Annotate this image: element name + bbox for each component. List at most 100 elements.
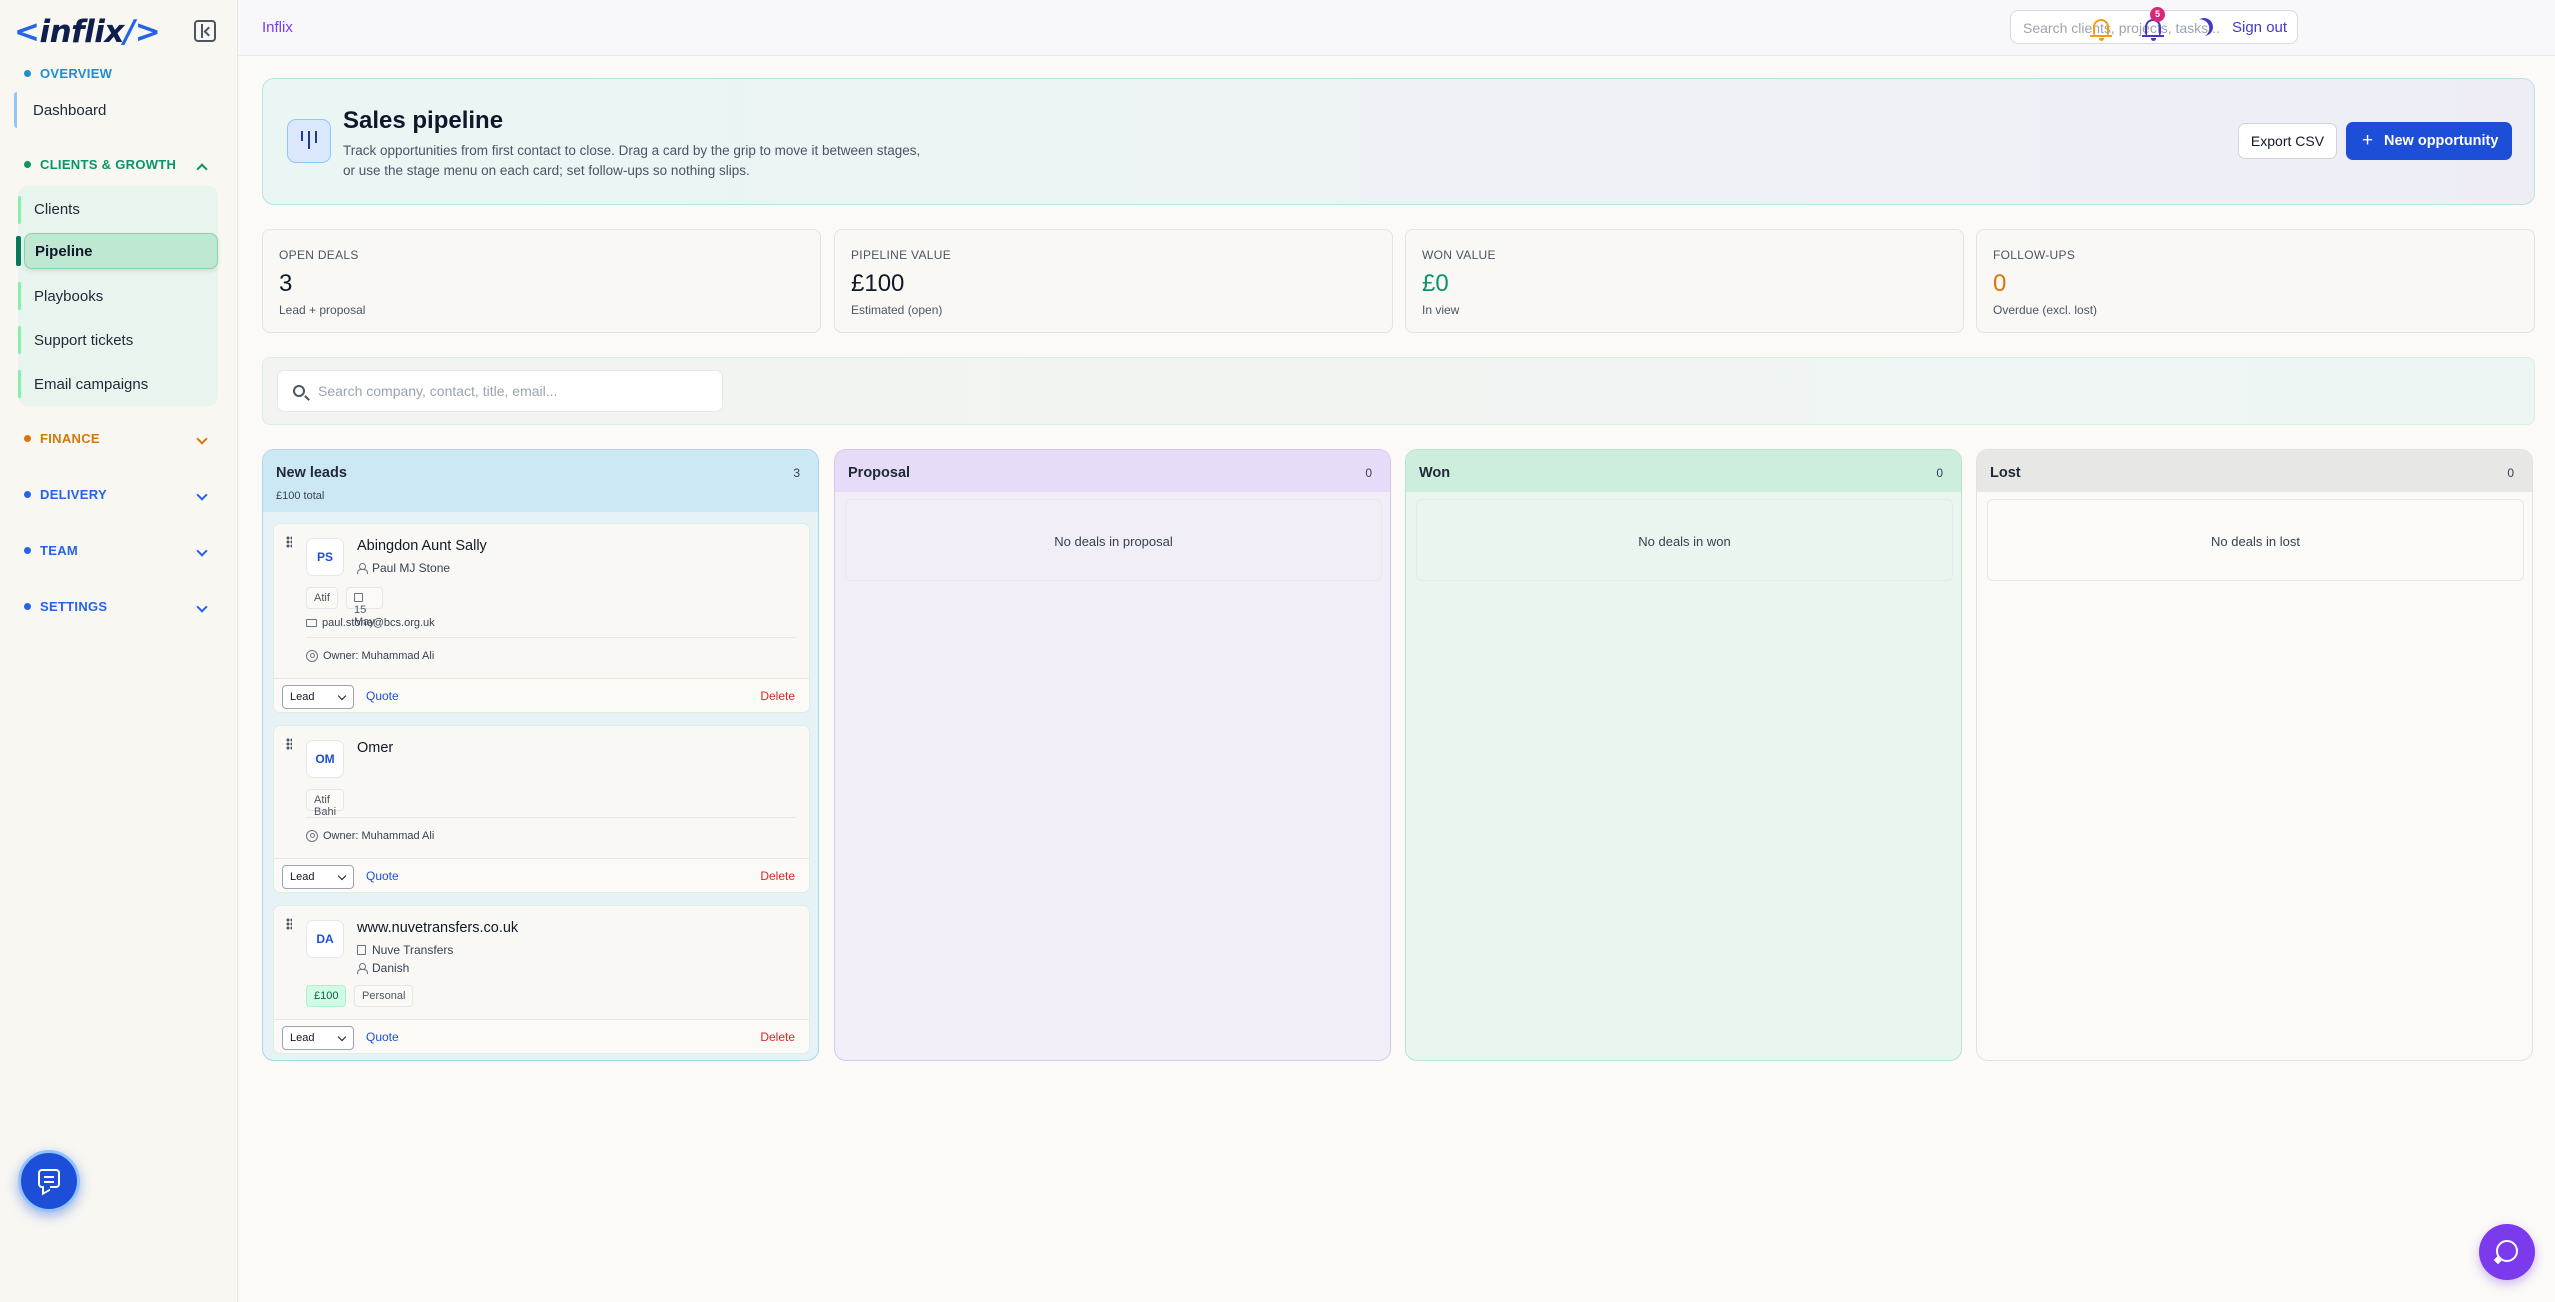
stat-sub: Estimated (open): [851, 303, 943, 317]
drag-grip-icon[interactable]: [286, 738, 292, 750]
sidebar: <inflix/> OVERVIEW Dashboard CLIENTS & G…: [0, 0, 238, 1302]
sidebar-item-label: Playbooks: [34, 287, 104, 305]
contact-name: Paul MJ Stone: [372, 561, 451, 575]
page-header: Sales pipeline Track opportunities from …: [262, 78, 2535, 205]
stat-pipeline-value: PIPELINE VALUE £100 Estimated (open): [834, 229, 1393, 333]
section-dot: [24, 603, 31, 610]
sidebar-item-label: Dashboard: [33, 101, 107, 119]
assistant-chat-button[interactable]: [2479, 1224, 2535, 1280]
deal-name[interactable]: Abingdon Aunt Sally: [357, 538, 487, 554]
avatar: PS: [306, 538, 344, 576]
contact-row: Paul MJ Stone: [357, 561, 450, 575]
stat-label: WON VALUE: [1422, 248, 1496, 262]
section-team[interactable]: TEAM: [24, 543, 224, 558]
stat-value: 0: [1993, 270, 2007, 297]
card-footer: Lead Quote Delete: [274, 678, 809, 712]
stat-follow-ups: FOLLOW-UPS 0 Overdue (excl. lost): [1976, 229, 2535, 333]
section-label: FINANCE: [40, 431, 100, 446]
page-description: Track opportunities from first contact t…: [343, 143, 921, 178]
card-footer: Lead Quote Delete: [274, 858, 809, 892]
section-dot: [24, 547, 31, 554]
section-dot: [24, 491, 31, 498]
empty-state: No deals in proposal: [845, 499, 1382, 581]
chat-button[interactable]: [18, 1150, 80, 1212]
chevron-down-icon: [196, 433, 208, 445]
alerts-bell-icon[interactable]: [2090, 19, 2112, 41]
company-name: Nuve Transfers: [372, 943, 454, 957]
section-settings[interactable]: SETTINGS: [24, 599, 224, 614]
deal-card[interactable]: DA www.nuvetransfers.co.uk Nuve Transfer…: [273, 905, 810, 1054]
deal-name[interactable]: www.nuvetransfers.co.uk: [357, 920, 518, 936]
stat-sub: Overdue (excl. lost): [1993, 303, 2098, 317]
column-header: New leads 3 £100 total: [263, 450, 818, 512]
column-title: Won: [1419, 465, 1451, 481]
drag-grip-icon[interactable]: [286, 536, 292, 548]
sign-out-button[interactable]: Sign out: [2232, 19, 2287, 36]
breadcrumb[interactable]: Inflix: [262, 19, 293, 36]
section-finance[interactable]: FINANCE: [24, 431, 224, 446]
delete-button[interactable]: Delete: [760, 869, 795, 883]
column-lost: Lost 0 No deals in lost: [1976, 449, 2533, 1061]
stage-select[interactable]: Lead: [282, 685, 354, 709]
column-count: 0: [1365, 466, 1372, 480]
chevron-down-icon: [196, 545, 208, 557]
sidebar-collapse-icon[interactable]: [194, 20, 216, 42]
sidebar-item-email-campaigns[interactable]: Email campaigns: [18, 366, 218, 402]
section-delivery[interactable]: DELIVERY: [24, 487, 224, 502]
stage-select[interactable]: Lead: [282, 865, 354, 889]
column-total: £100 total: [276, 490, 325, 502]
section-label: CLIENTS & GROWTH: [40, 157, 177, 172]
empty-state: No deals in won: [1416, 499, 1953, 581]
sidebar-item-playbooks[interactable]: Playbooks: [18, 278, 218, 314]
app-logo[interactable]: <inflix/>: [14, 14, 161, 50]
column-title: New leads: [276, 465, 347, 481]
quote-link[interactable]: Quote: [366, 1030, 399, 1044]
sidebar-item-dashboard[interactable]: Dashboard: [14, 92, 214, 128]
new-opportunity-button[interactable]: New opportunity: [2346, 122, 2512, 160]
active-indicator: [16, 236, 21, 266]
section-label: SETTINGS: [40, 599, 108, 614]
deal-name[interactable]: Omer: [357, 740, 393, 756]
divider: [306, 637, 796, 638]
chevron-up-icon: [196, 163, 208, 175]
deal-card[interactable]: OM Omer Atif Bahi Owner: Muhammad Ali Le…: [273, 725, 810, 893]
pipeline-icon: [287, 119, 331, 163]
owner-text: Owner: Muhammad Ali: [323, 650, 435, 662]
sidebar-item-pipeline[interactable]: Pipeline: [24, 233, 218, 269]
drag-grip-icon[interactable]: [286, 918, 292, 930]
section-label: DELIVERY: [40, 487, 107, 502]
chevron-down-icon: [196, 489, 208, 501]
stat-sub: In view: [1422, 303, 1460, 317]
column-proposal: Proposal 0 No deals in proposal: [834, 449, 1391, 1061]
section-dot: [24, 70, 31, 77]
deal-card[interactable]: PS Abingdon Aunt Sally Paul MJ Stone Ati…: [273, 523, 810, 713]
stat-open-deals: OPEN DEALS 3 Lead + proposal: [262, 229, 821, 333]
section-overview[interactable]: OVERVIEW: [24, 66, 112, 81]
sidebar-item-label: Clients: [34, 200, 80, 218]
sidebar-item-clients[interactable]: Clients: [18, 191, 218, 227]
pipeline-search-input[interactable]: Search company, contact, title, email...: [277, 370, 723, 412]
owner-text: Owner: Muhammad Ali: [323, 830, 435, 842]
stat-won-value: WON VALUE £0 In view: [1405, 229, 1964, 333]
stat-value: 3: [279, 270, 293, 297]
stat-label: FOLLOW-UPS: [1993, 248, 2076, 262]
sidebar-item-support-tickets[interactable]: Support tickets: [18, 322, 218, 358]
section-clients-growth[interactable]: CLIENTS & GROWTH: [24, 157, 224, 175]
column-new-leads: New leads 3 £100 total PS Abingdon Aunt …: [262, 449, 819, 1061]
column-won: Won 0 No deals in won: [1405, 449, 1962, 1061]
quote-link[interactable]: Quote: [366, 869, 399, 883]
quote-link[interactable]: Quote: [366, 689, 399, 703]
notification-badge: 5: [2150, 7, 2165, 22]
section-label: TEAM: [40, 543, 79, 558]
contact-name: Danish: [372, 961, 410, 975]
sidebar-item-label: Support tickets: [34, 331, 134, 349]
delete-button[interactable]: Delete: [760, 1030, 795, 1044]
delete-button[interactable]: Delete: [760, 689, 795, 703]
calendar-icon: [354, 593, 363, 602]
column-title: Lost: [1990, 465, 2021, 481]
divider: [306, 817, 796, 818]
export-csv-button[interactable]: Export CSV: [2238, 123, 2337, 159]
email-row[interactable]: paul.stone@bcs.org.uk: [306, 617, 435, 629]
stage-select[interactable]: Lead: [282, 1026, 354, 1050]
chevron-down-icon: [196, 601, 208, 613]
